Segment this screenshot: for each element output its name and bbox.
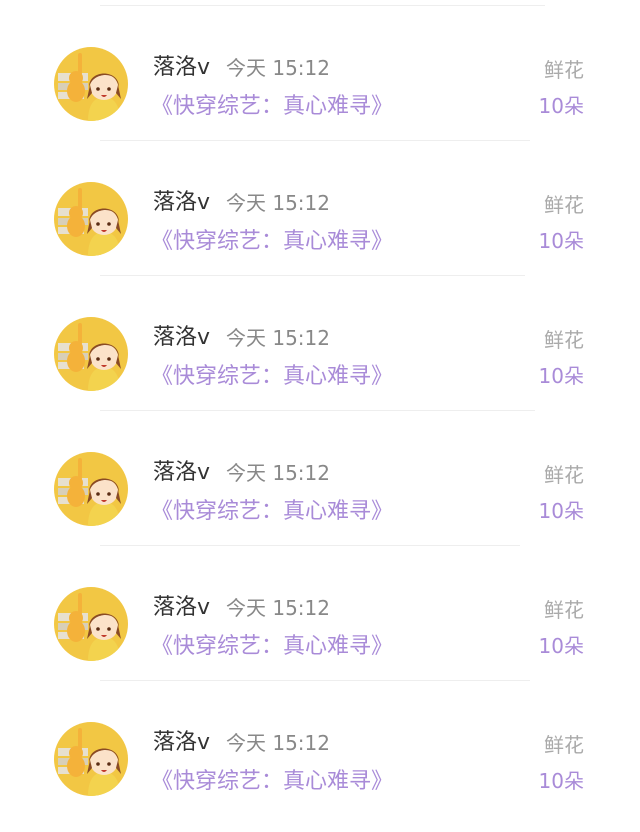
book-title-link[interactable]: 《快穿综艺：真心难寻》 [151, 90, 393, 124]
gift-count: 10朵 [538, 229, 584, 253]
timestamp: 今天 15:12 [226, 731, 330, 755]
gift-type-label: 鲜花 [544, 328, 584, 352]
anime-girl-avatar-icon [54, 47, 128, 121]
user-avatar[interactable] [54, 182, 128, 256]
username[interactable]: 落洛v [153, 728, 210, 758]
anime-girl-avatar-icon [54, 722, 128, 796]
list-item[interactable]: 落洛v 今天 15:12 《快穿综艺：真心难寻》 鲜花 10朵 [0, 675, 640, 810]
book-title-link[interactable]: 《快穿综艺：真心难寻》 [151, 495, 393, 529]
username[interactable]: 落洛v [153, 188, 210, 218]
gift-type-label: 鲜花 [544, 598, 584, 622]
list-item[interactable]: 落洛v 今天 15:12 《快穿综艺：真心难寻》 鲜花 10朵 [0, 0, 640, 141]
gift-count: 10朵 [538, 364, 584, 388]
list-item[interactable]: 落洛v 今天 15:12 《快穿综艺：真心难寻》 鲜花 10朵 [0, 540, 640, 681]
timestamp: 今天 15:12 [226, 56, 330, 80]
book-title-link[interactable]: 《快穿综艺：真心难寻》 [151, 630, 393, 664]
anime-girl-avatar-icon [54, 182, 128, 256]
timestamp: 今天 15:12 [226, 326, 330, 350]
username[interactable]: 落洛v [153, 323, 210, 353]
book-title-link[interactable]: 《快穿综艺：真心难寻》 [151, 765, 393, 799]
timestamp: 今天 15:12 [226, 596, 330, 620]
gift-type-label: 鲜花 [544, 463, 584, 487]
gift-type-label: 鲜花 [544, 193, 584, 217]
username[interactable]: 落洛v [153, 458, 210, 488]
list-item[interactable]: 落洛v 今天 15:12 《快穿综艺：真心难寻》 鲜花 10朵 [0, 405, 640, 546]
username[interactable]: 落洛v [153, 53, 210, 83]
gift-count: 10朵 [538, 769, 584, 793]
gift-count: 10朵 [538, 499, 584, 523]
book-title-link[interactable]: 《快穿综艺：真心难寻》 [151, 225, 393, 259]
user-avatar[interactable] [54, 47, 128, 121]
gift-count: 10朵 [538, 94, 584, 118]
anime-girl-avatar-icon [54, 452, 128, 526]
anime-girl-avatar-icon [54, 317, 128, 391]
user-avatar[interactable] [54, 452, 128, 526]
gift-type-label: 鲜花 [544, 58, 584, 82]
gift-count: 10朵 [538, 634, 584, 658]
timestamp: 今天 15:12 [226, 461, 330, 485]
user-avatar[interactable] [54, 317, 128, 391]
book-title-link[interactable]: 《快穿综艺：真心难寻》 [151, 360, 393, 394]
timestamp: 今天 15:12 [226, 191, 330, 215]
user-avatar[interactable] [54, 722, 128, 796]
list-item[interactable]: 落洛v 今天 15:12 《快穿综艺：真心难寻》 鲜花 10朵 [0, 135, 640, 276]
gift-type-label: 鲜花 [544, 733, 584, 757]
list-item[interactable]: 落洛v 今天 15:12 《快穿综艺：真心难寻》 鲜花 10朵 [0, 270, 640, 411]
anime-girl-avatar-icon [54, 587, 128, 661]
username[interactable]: 落洛v [153, 593, 210, 623]
user-avatar[interactable] [54, 587, 128, 661]
